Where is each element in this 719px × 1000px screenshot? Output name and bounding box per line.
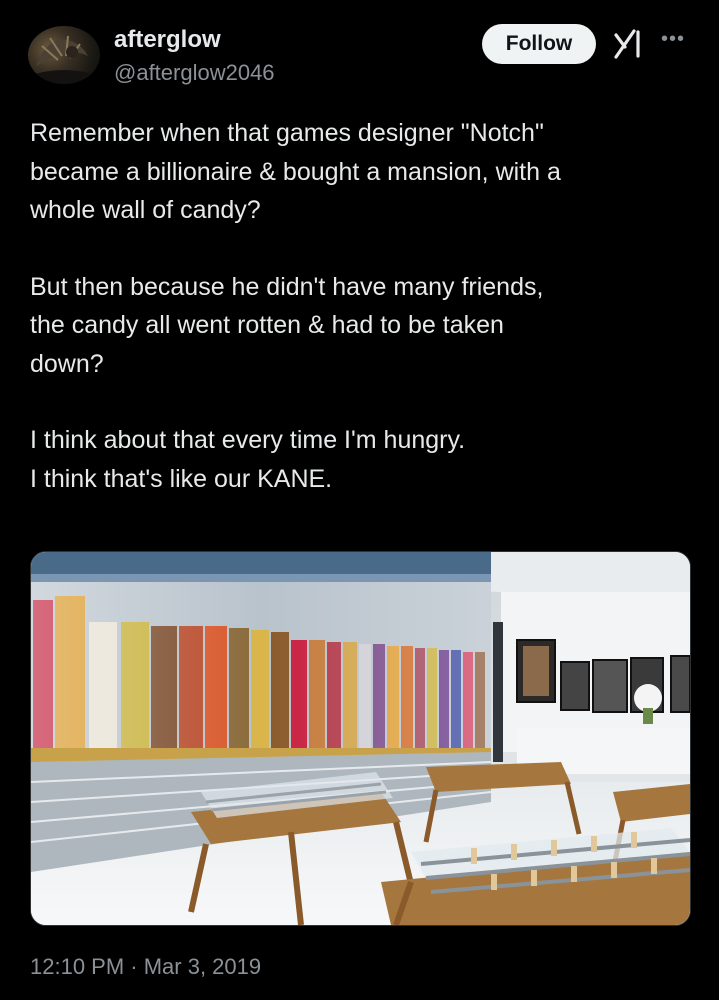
author-display-name[interactable]: afterglow	[114, 26, 221, 54]
tweet-paragraph-1: Remember when that games designer "Notch…	[30, 119, 561, 224]
more-options-icon[interactable]: •••	[656, 26, 690, 56]
tweet-paragraph-3: I think about that every time I'm hungry…	[30, 426, 466, 493]
tweet-header: afterglow @afterglow2046 Follow •••	[28, 24, 691, 88]
author-handle[interactable]: @afterglow2046	[114, 60, 275, 86]
tweet-photo[interactable]	[30, 551, 691, 926]
tweet-text: Remember when that games designer "Notch…	[30, 114, 690, 498]
candy-wall-room-image	[31, 552, 690, 925]
tweet-timestamp[interactable]: 12:10 PM · Mar 3, 2019	[30, 954, 261, 980]
grok-icon[interactable]	[613, 26, 645, 60]
avatar[interactable]	[28, 26, 100, 84]
tweet-paragraph-2: But then because he didn't have many fri…	[30, 272, 544, 378]
follow-button[interactable]: Follow	[482, 24, 596, 64]
